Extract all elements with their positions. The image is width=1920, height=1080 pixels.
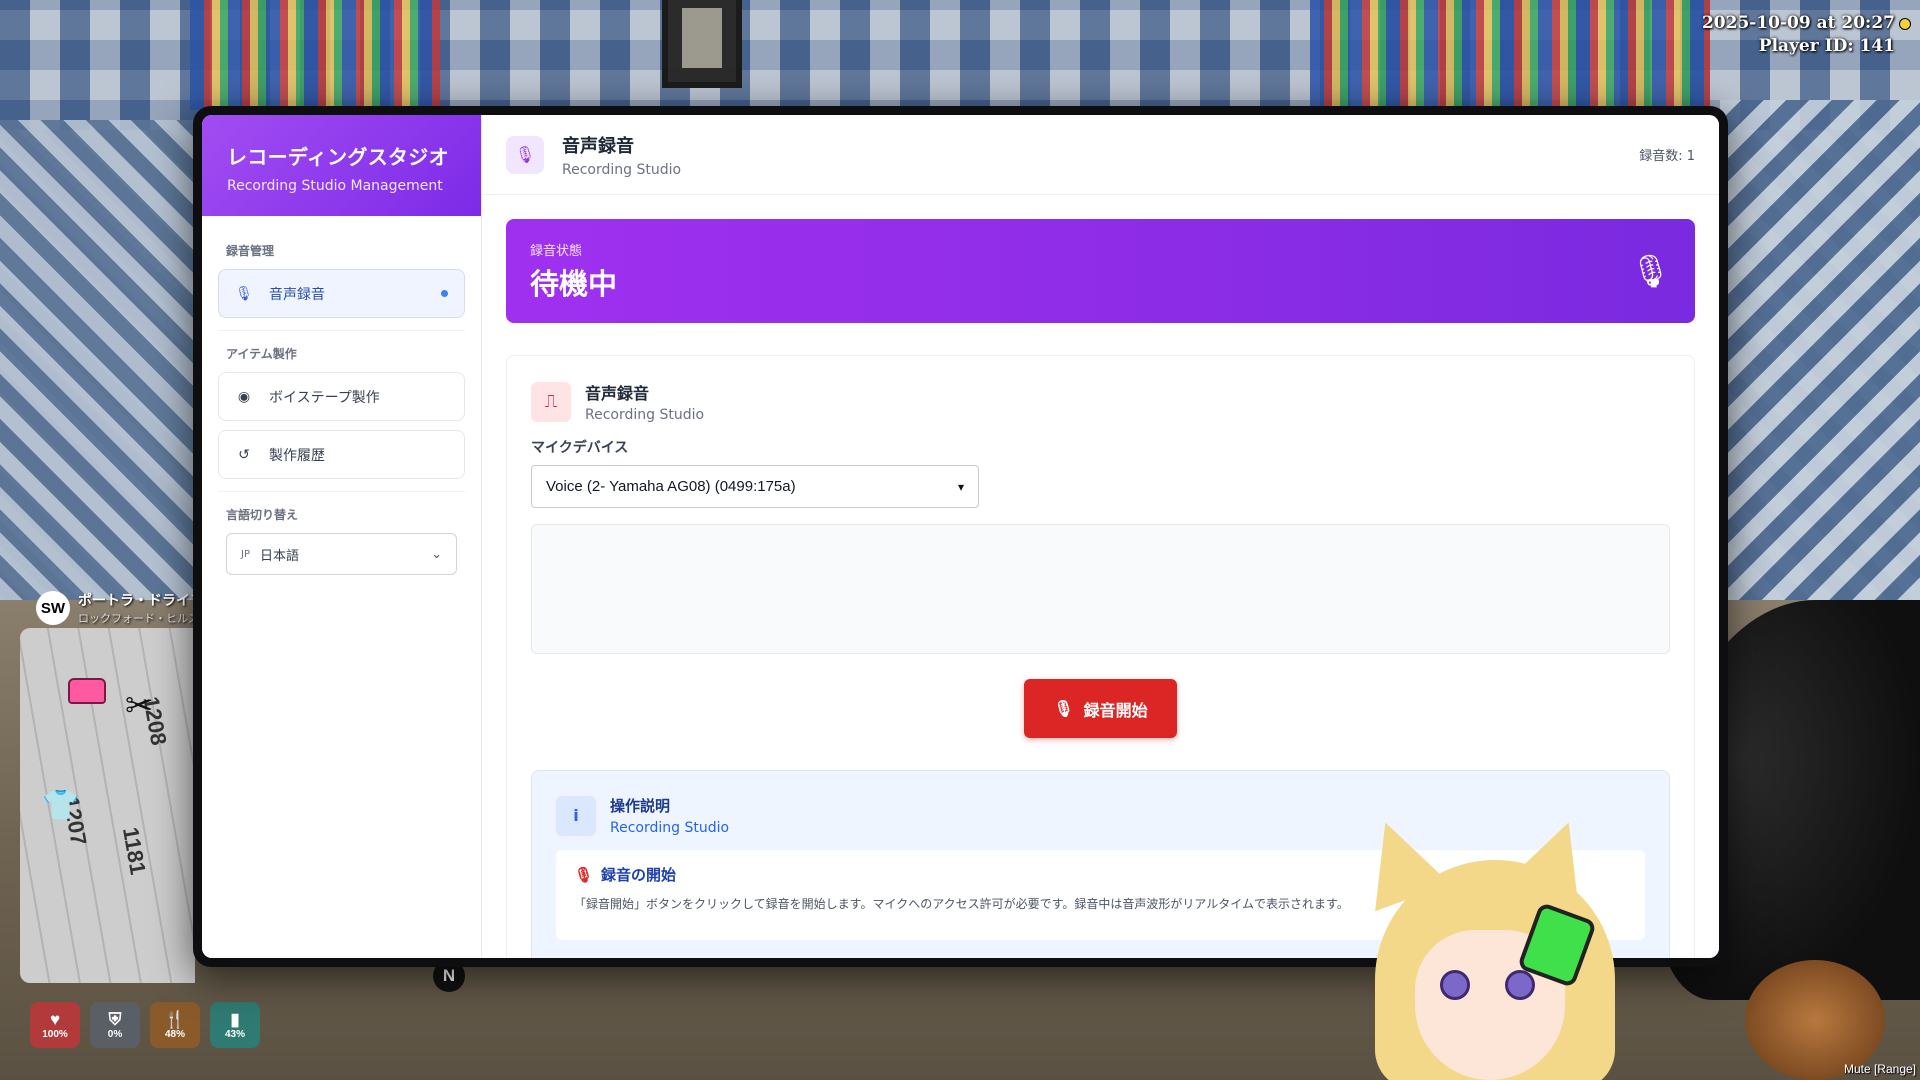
- mic-device-value: Voice (2- Yamaha AG08) (0499:175a): [546, 478, 796, 495]
- sidebar: レコーディングスタジオ Recording Studio Management …: [202, 115, 482, 958]
- language-select[interactable]: JP 日本語 ⌄: [226, 533, 457, 575]
- shield-icon: ⛨: [108, 1010, 122, 1029]
- disc-icon: ◉: [237, 388, 251, 405]
- hud-indicator-icon: [1899, 18, 1911, 30]
- topbar: 🎙 音声録音 Recording Studio 録音数: 1: [482, 115, 1719, 195]
- scissors-icon: ✂: [125, 686, 154, 726]
- chevron-down-icon: ▾: [957, 479, 964, 494]
- car-icon: [68, 678, 106, 704]
- app-subtitle: Recording Studio Management: [227, 178, 443, 194]
- area-name: ロックフォード・ヒルズ: [78, 612, 199, 625]
- hud-info: 2025-10-09 at 20:27 Player ID: 141: [1701, 12, 1911, 58]
- app-title: レコーディングスタジオ: [227, 145, 449, 169]
- lantern: [662, 0, 742, 88]
- info-icon: i: [556, 795, 596, 836]
- card-title: 音声録音: [585, 384, 650, 403]
- water-icon: ▮: [230, 1010, 240, 1029]
- start-recording-label: 録音開始: [1083, 700, 1148, 720]
- sidebar-item-label: 製作履歴: [269, 447, 325, 464]
- sidebar-section-crafting: アイテム製作 ◉ ボイステープ製作 ↺ 製作履歴: [202, 331, 481, 492]
- mute-range-label: Mute [Range]: [1843, 1062, 1916, 1076]
- game-wall-right: [1720, 100, 1920, 600]
- microphone-icon: 🎙: [1630, 252, 1671, 290]
- mic-device-select[interactable]: Voice (2- Yamaha AG08) (0499:175a) ▾: [531, 465, 979, 508]
- recording-count: 録音数: 1: [1639, 149, 1695, 164]
- help-step-title: 録音の開始: [601, 866, 677, 884]
- active-indicator-dot: [441, 290, 448, 297]
- recording-status-banner: 録音状態 待機中 🎙: [506, 219, 1695, 323]
- status-bar: ♥ 100% ⛨ 0% 🍴 48% ▮ 43%: [30, 1002, 260, 1048]
- sidebar-section-recording: 録音管理 🎙 音声録音: [202, 216, 481, 331]
- sidebar-item-history[interactable]: ↺ 製作履歴: [218, 430, 465, 479]
- sidebar-item-label: ボイステープ製作: [269, 389, 380, 406]
- thirst-status: ▮ 43%: [210, 1002, 260, 1048]
- status-value: 待機中: [530, 266, 618, 301]
- history-icon: ↺: [238, 446, 250, 463]
- sidebar-section-language: 言語切り替え JP 日本語 ⌄: [202, 492, 481, 575]
- street-header: SW ポートラ・ドライブ ロックフォード・ヒルズ: [36, 590, 204, 626]
- sidebar-item-label: 音声録音: [269, 286, 325, 303]
- microphone-icon: 🎙: [235, 285, 253, 302]
- health-status: ♥ 100%: [30, 1002, 80, 1048]
- shirt-icon: 👕: [42, 788, 80, 823]
- armor-status: ⛨ 0%: [90, 1002, 140, 1048]
- help-title: 操作説明: [610, 797, 671, 815]
- page-subtitle: Recording Studio: [562, 161, 682, 178]
- section-label: アイテム製作: [226, 347, 297, 361]
- card-subtitle: Recording Studio: [585, 407, 705, 423]
- waveform-display: [531, 524, 1670, 654]
- microphone-icon: 🎙: [574, 865, 594, 884]
- language-flag: JP: [241, 548, 250, 560]
- section-label: 言語切り替え: [226, 508, 299, 522]
- stained-glass-left: [190, 0, 440, 110]
- language-value: 日本語: [259, 548, 299, 564]
- microphone-icon: 🎙: [1053, 699, 1074, 718]
- heart-icon: ♥: [49, 1010, 61, 1029]
- status-label: 録音状態: [530, 243, 583, 259]
- sidebar-header: レコーディングスタジオ Recording Studio Management: [202, 115, 481, 216]
- waveform-icon: ⎍: [531, 381, 571, 422]
- chevron-down-icon: ⌄: [431, 546, 442, 562]
- mic-device-label: マイクデバイス: [531, 440, 629, 456]
- microphone-icon: 🎙: [506, 135, 544, 174]
- map-street-label: 1181: [117, 825, 151, 877]
- sidebar-item-voice-tape[interactable]: ◉ ボイステープ製作: [218, 372, 465, 421]
- minimap: 1207 1181 1208 ✂ 👕: [20, 628, 195, 983]
- food-icon: 🍴: [164, 1010, 186, 1029]
- section-label: 録音管理: [226, 244, 275, 258]
- game-wall-left: [0, 120, 200, 600]
- hud-datetime: 2025-10-09 at 20:27: [1701, 13, 1895, 33]
- compass-direction: SW: [36, 591, 70, 625]
- avatar: [1347, 808, 1675, 1080]
- hunger-status: 🍴 48%: [150, 1002, 200, 1048]
- start-recording-button[interactable]: 🎙 録音開始: [1024, 679, 1177, 738]
- help-subtitle: Recording Studio: [610, 820, 730, 836]
- street-name: ポートラ・ドライブ: [78, 593, 204, 609]
- page-title: 音声録音: [562, 135, 634, 157]
- sidebar-item-voice-recording[interactable]: 🎙 音声録音: [218, 269, 465, 318]
- hud-player-id: Player ID: 141: [1758, 36, 1895, 56]
- stained-glass-right: [1310, 0, 1710, 110]
